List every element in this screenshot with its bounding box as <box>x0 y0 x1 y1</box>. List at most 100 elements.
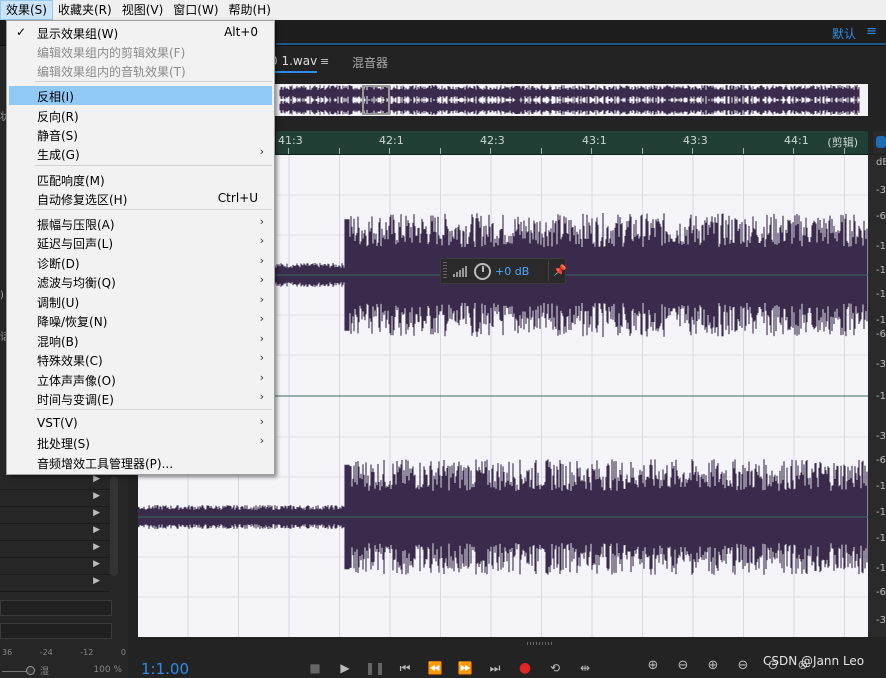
play-arrow-icon[interactable]: ▶ <box>93 525 100 535</box>
submenu-arrow-icon: › <box>259 434 264 447</box>
effects-menu-item[interactable]: 批处理(S) › <box>9 433 272 452</box>
ruler-label: 44:1 <box>784 134 809 147</box>
stop-icon[interactable]: ■ <box>300 661 330 675</box>
go-to-start-icon[interactable]: ⏮ <box>390 661 420 676</box>
ruler-tick <box>591 148 592 154</box>
tab-file[interactable]: 0 1.wav <box>270 54 318 73</box>
fast-forward-icon[interactable]: ⏩ <box>450 661 480 675</box>
submenu-arrow-icon: › <box>259 312 264 325</box>
info-icon <box>876 136 886 148</box>
effects-menu-item[interactable]: 反向(R) <box>9 106 272 125</box>
zoom-out-amplitude-icon[interactable]: ⊖ <box>668 658 698 678</box>
play-icon[interactable]: ▶ <box>330 661 360 675</box>
ruler-label: 42:3 <box>480 134 505 147</box>
time-ruler[interactable]: (剪辑) 41:3 42:1 42:3 43:1 43:3 44:1 <box>276 131 868 155</box>
menu-bar: 效果(S) 收藏夹(R) 视图(V) 窗口(W) 帮助(H) <box>0 0 886 20</box>
ruler-tick <box>288 148 289 154</box>
effects-menu-item[interactable]: 自动修复选区(H) Ctrl+U <box>9 189 272 208</box>
menu-item-label: 诊断(D) <box>37 257 80 271</box>
go-to-end-icon[interactable]: ⏭ <box>480 661 510 676</box>
effect-rack-slot[interactable]: ▶ <box>0 473 110 490</box>
zoom-out-time-icon[interactable]: ⊖ <box>728 658 758 678</box>
skip-selection-icon[interactable]: ⇹ <box>570 661 600 675</box>
effects-menu-item[interactable]: 匹配响度(M) <box>9 170 272 189</box>
ruler-label: 42:1 <box>379 134 404 147</box>
pin-icon[interactable]: 📌 <box>553 264 567 277</box>
effects-menu-item[interactable]: 生成(G) › <box>9 144 272 163</box>
menu-separator <box>35 81 272 82</box>
mix-slider-knob[interactable] <box>26 666 35 675</box>
level-meter <box>0 623 112 639</box>
submenu-arrow-icon: › <box>259 351 264 364</box>
waveform-overview[interactable] <box>270 84 868 116</box>
volume-knob-icon[interactable] <box>474 263 491 280</box>
effects-menu-item[interactable]: 调制(U) › <box>9 292 272 311</box>
ruler-tick <box>844 148 845 154</box>
workspace-preset[interactable]: 默认 <box>832 25 856 42</box>
menu-help[interactable]: 帮助(H) <box>224 0 276 20</box>
effect-rack-slot[interactable]: ▶ <box>0 507 110 524</box>
menu-item-label: 显示效果组(W) <box>37 27 119 41</box>
volume-value[interactable]: +0 dB <box>495 265 529 278</box>
play-arrow-icon[interactable]: ▶ <box>93 474 100 484</box>
effects-menu-item[interactable]: 滤波与均衡(Q) › <box>9 272 272 291</box>
record-icon[interactable]: ● <box>510 660 540 676</box>
zoom-in-time-icon[interactable]: ⊕ <box>698 658 728 678</box>
effects-menu-item[interactable]: 静音(S) <box>9 125 272 144</box>
effects-menu-item[interactable]: 反相(I) <box>9 86 272 105</box>
scrollbar[interactable] <box>110 476 118 576</box>
rewind-icon[interactable]: ⏪ <box>420 661 450 675</box>
effects-menu-item[interactable]: 诊断(D) › <box>9 253 272 272</box>
menu-item-shortcut: Alt+0 <box>224 25 258 39</box>
menu-item-label: 特殊效果(C) <box>37 354 103 368</box>
zoom-in-amplitude-icon[interactable]: ⊕ <box>638 658 668 678</box>
loop-icon[interactable]: ⟲ <box>540 661 570 675</box>
effects-menu-item[interactable]: 延迟与回声(L) › <box>9 233 272 252</box>
effects-menu-item: 编辑效果组内的音轨效果(T) <box>9 61 272 80</box>
effect-rack-slot[interactable]: ▶ <box>0 490 110 507</box>
menu-item-label: 音频增效工具管理器(P)... <box>37 457 174 471</box>
menu-item-label: 振幅与压限(A) <box>37 218 115 232</box>
effect-rack-slot[interactable]: ▶ <box>0 558 110 575</box>
drag-grip-icon[interactable] <box>443 262 447 280</box>
play-arrow-icon[interactable]: ▶ <box>93 559 100 569</box>
menu-window[interactable]: 窗口(W) <box>168 0 223 20</box>
db-label: -1 <box>876 315 886 326</box>
hamburger-icon[interactable]: ≡ <box>320 55 329 68</box>
menu-view[interactable]: 视图(V) <box>117 0 169 20</box>
ruler-tick <box>440 148 441 154</box>
play-arrow-icon[interactable]: ▶ <box>93 542 100 552</box>
tab-mixer[interactable]: 混音器 <box>352 54 388 71</box>
effects-menu-item[interactable]: 混响(B) › <box>9 331 272 350</box>
menu-effects[interactable]: 效果(S) <box>0 0 53 20</box>
effects-menu-item[interactable]: ✓ 显示效果组(W) Alt+0 <box>9 23 272 42</box>
effects-menu-item[interactable]: 立体声声像(O) › <box>9 370 272 389</box>
effects-menu-item[interactable]: 特殊效果(C) › <box>9 350 272 369</box>
effects-menu-item[interactable]: 振幅与压限(A) › <box>9 214 272 233</box>
pause-icon[interactable]: ❚❚ <box>360 661 390 675</box>
ruler-tick <box>793 148 794 154</box>
watermark: CSDN @Jann Leo <box>763 654 865 668</box>
timecode-display[interactable]: 1:1.00 <box>141 660 189 678</box>
menu-item-label: 静音(S) <box>37 129 78 143</box>
panel-splitter[interactable] <box>527 642 553 645</box>
menu-favorites[interactable]: 收藏夹(R) <box>53 0 117 20</box>
effect-rack-slot[interactable]: ▶ <box>0 575 110 592</box>
checkmark-icon: ✓ <box>16 25 27 39</box>
play-arrow-icon[interactable]: ▶ <box>93 576 100 586</box>
effects-menu-item[interactable]: 时间与变调(E) › <box>9 389 272 408</box>
effects-menu-item[interactable]: 音频增效工具管理器(P)... <box>9 453 272 472</box>
db-label: -6 <box>876 455 886 466</box>
effects-menu-item[interactable]: 降噪/恢复(N) › <box>9 311 272 330</box>
effects-menu-item[interactable]: VST(V) › <box>9 414 272 433</box>
play-arrow-icon[interactable]: ▶ <box>93 491 100 501</box>
effect-rack-slot[interactable]: ▶ <box>0 541 110 558</box>
overview-viewport[interactable] <box>362 85 390 115</box>
play-arrow-icon[interactable]: ▶ <box>93 508 100 518</box>
mix-percent: 100 % <box>93 665 122 675</box>
effect-rack-slot[interactable]: ▶ <box>0 524 110 541</box>
menu-item-label: 滤波与均衡(Q) <box>37 276 116 290</box>
ruler-tick <box>692 148 693 154</box>
scope-button[interactable] <box>873 131 886 153</box>
hamburger-icon[interactable]: ≡ <box>866 24 877 39</box>
